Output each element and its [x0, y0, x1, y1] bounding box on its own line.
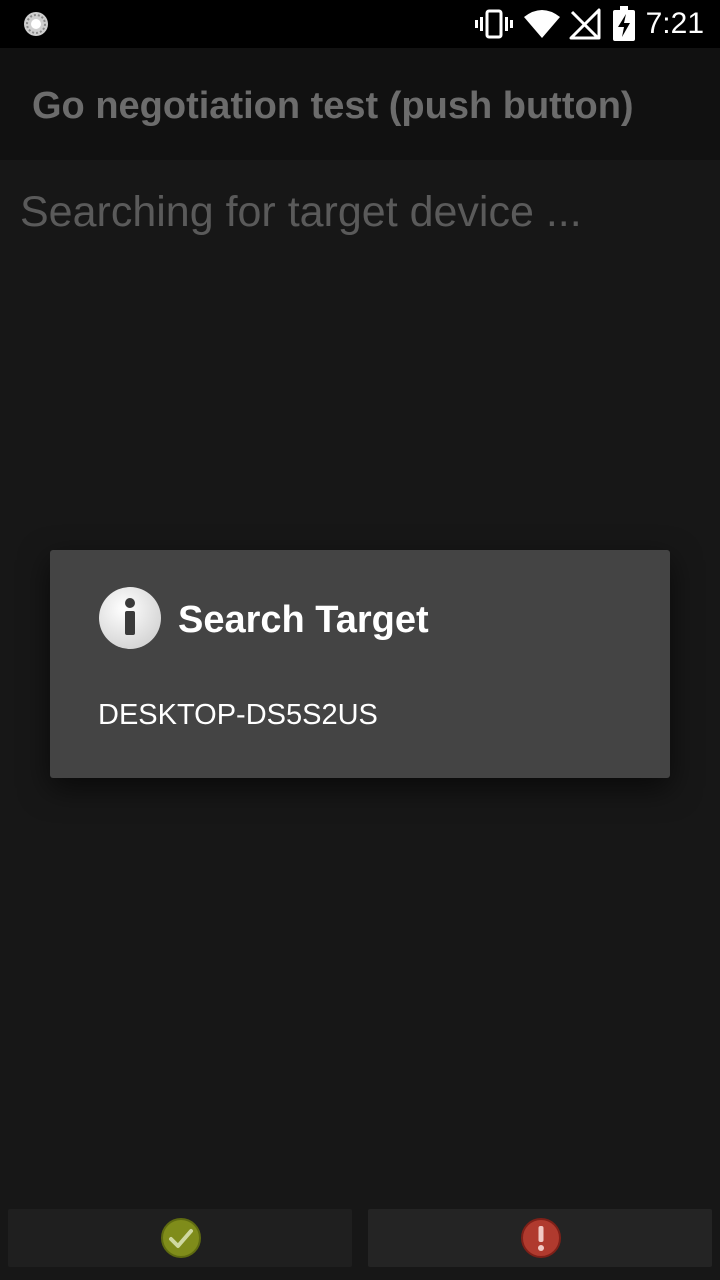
- searching-status-text: Searching for target device ...: [20, 188, 582, 236]
- search-target-dialog: Search Target DESKTOP-DS5S2US: [50, 550, 670, 778]
- error-icon: [521, 1218, 561, 1258]
- screen: 7:21 Go negotiation test (push button) S…: [0, 0, 720, 1280]
- device-name: DESKTOP-DS5S2US: [98, 699, 378, 731]
- device-list-item[interactable]: DESKTOP-DS5S2US: [50, 680, 670, 750]
- page-title: Go negotiation test (push button): [32, 85, 634, 127]
- wifi-icon: [524, 10, 560, 38]
- sync-icon: [24, 12, 48, 36]
- battery-charging-icon: [613, 6, 635, 41]
- check-icon: [161, 1218, 201, 1258]
- info-icon: [99, 587, 161, 649]
- action-bar: Go negotiation test (push button): [0, 48, 720, 160]
- clock: 7:21: [645, 7, 704, 40]
- vibrate-icon: [475, 9, 513, 39]
- pass-button[interactable]: [8, 1209, 352, 1267]
- dialog-title: Search Target: [178, 599, 429, 641]
- fail-button[interactable]: [368, 1209, 712, 1267]
- status-bar: 7:21: [0, 0, 720, 48]
- no-signal-icon: [569, 8, 601, 40]
